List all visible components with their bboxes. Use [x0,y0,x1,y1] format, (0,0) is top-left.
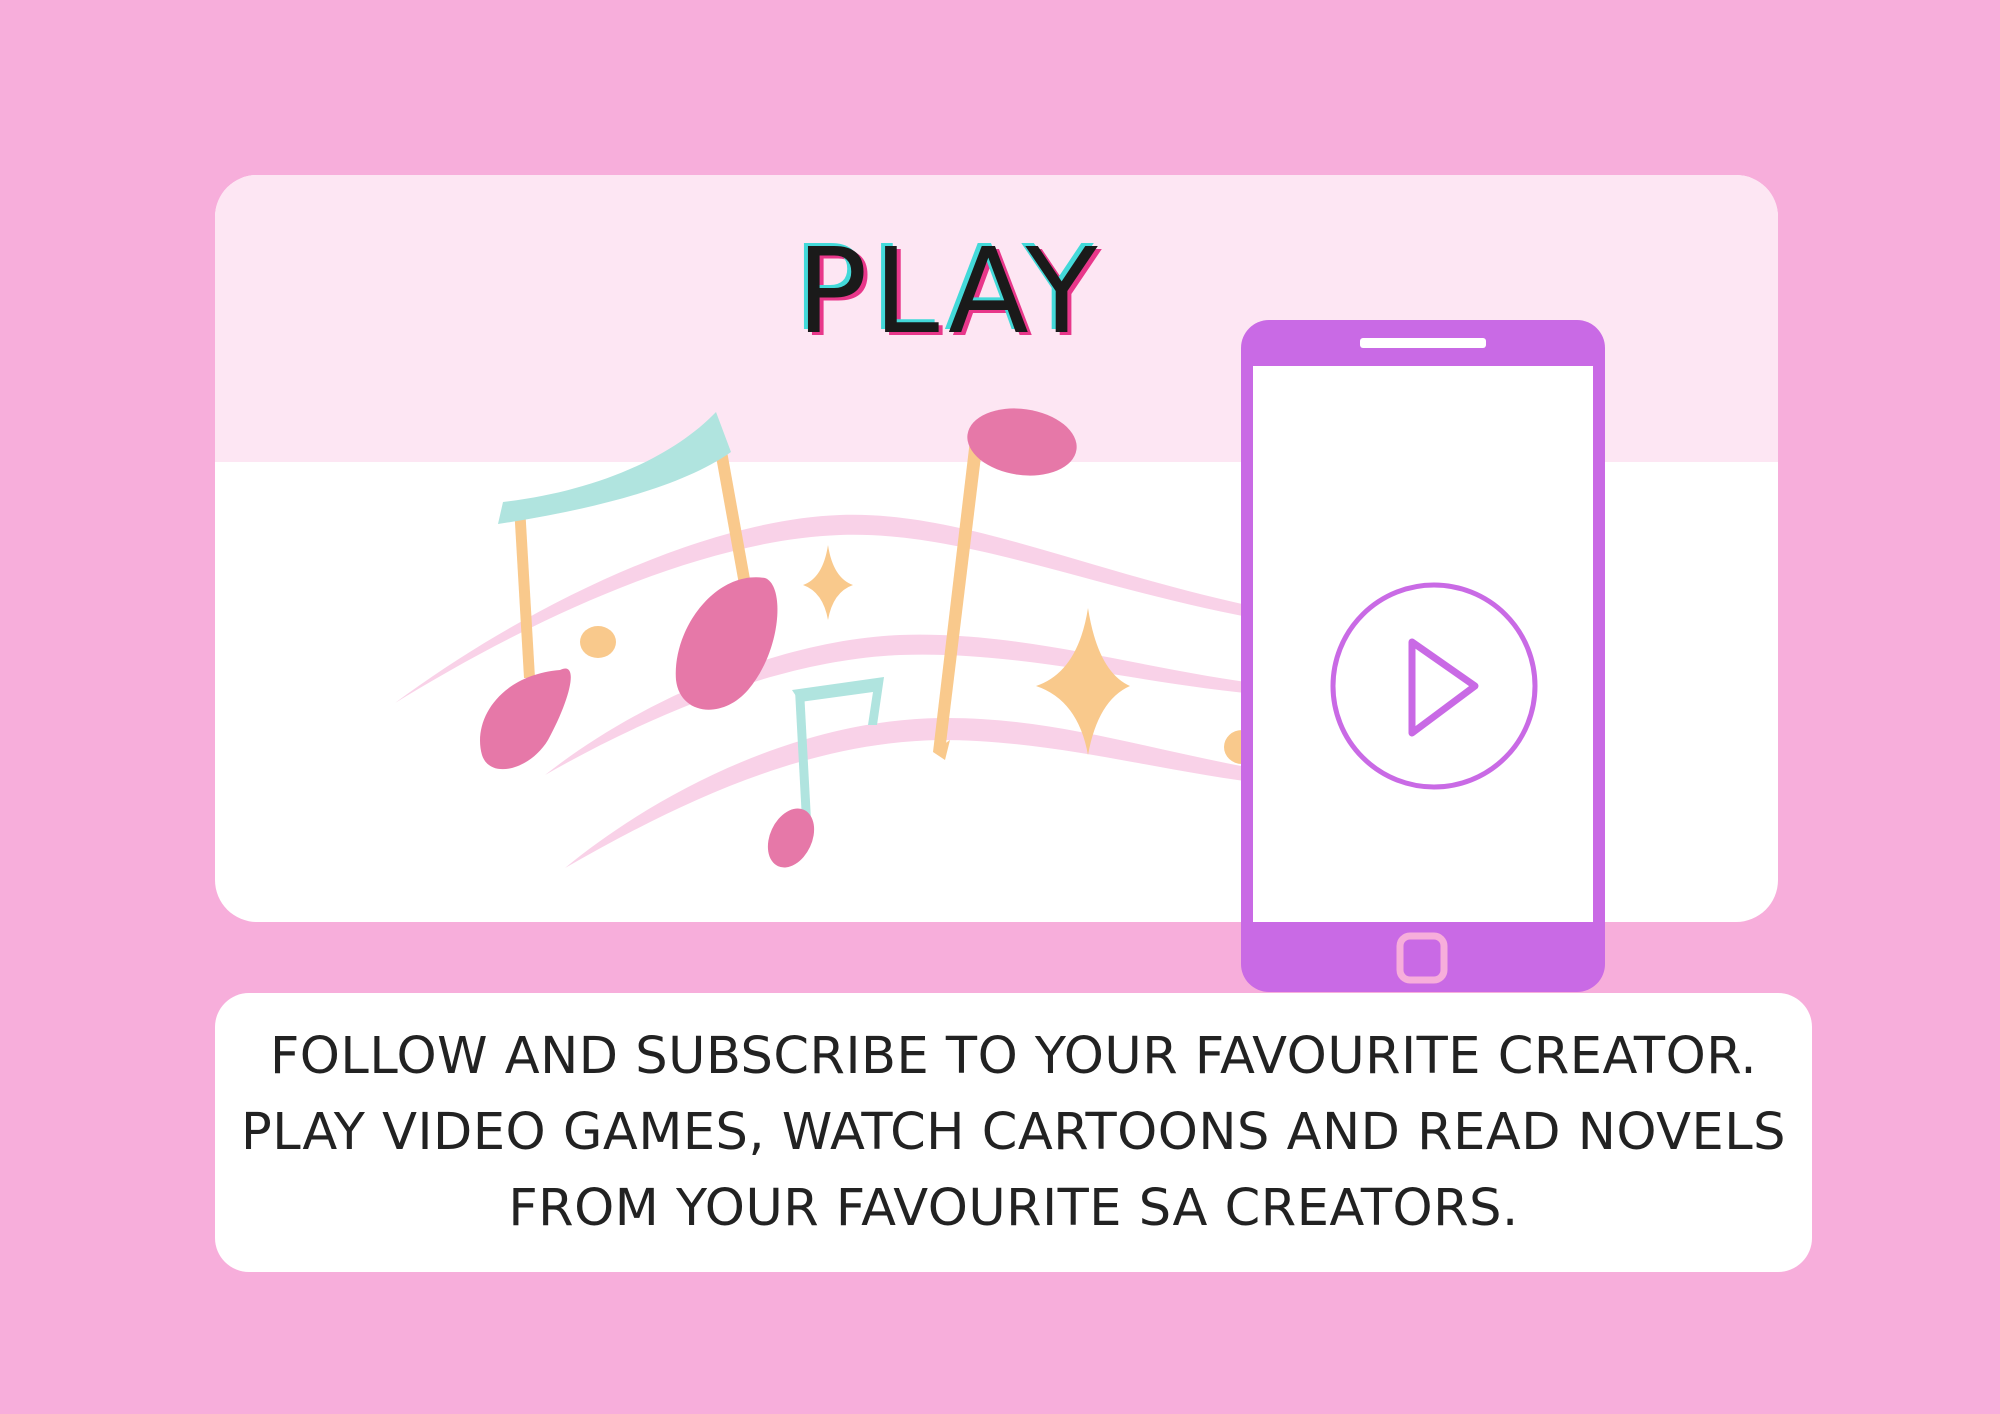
sparkle-icon [803,545,853,620]
description-line: FROM YOUR FAVOURITE SA CREATORS. [508,1178,1519,1238]
music-note-icon [767,677,884,868]
music-note-icon [480,412,778,770]
play-icon[interactable] [1330,582,1538,790]
dot-decoration [580,626,616,658]
description-line: PLAY VIDEO GAMES, WATCH CARTOONS AND REA… [241,1102,1786,1162]
description-box: FOLLOW AND SUBSCRIBE TO YOUR FAVOURITE C… [215,993,1812,1272]
music-note-icon [933,408,1077,760]
description-line: FOLLOW AND SUBSCRIBE TO YOUR FAVOURITE C… [269,1026,1758,1086]
